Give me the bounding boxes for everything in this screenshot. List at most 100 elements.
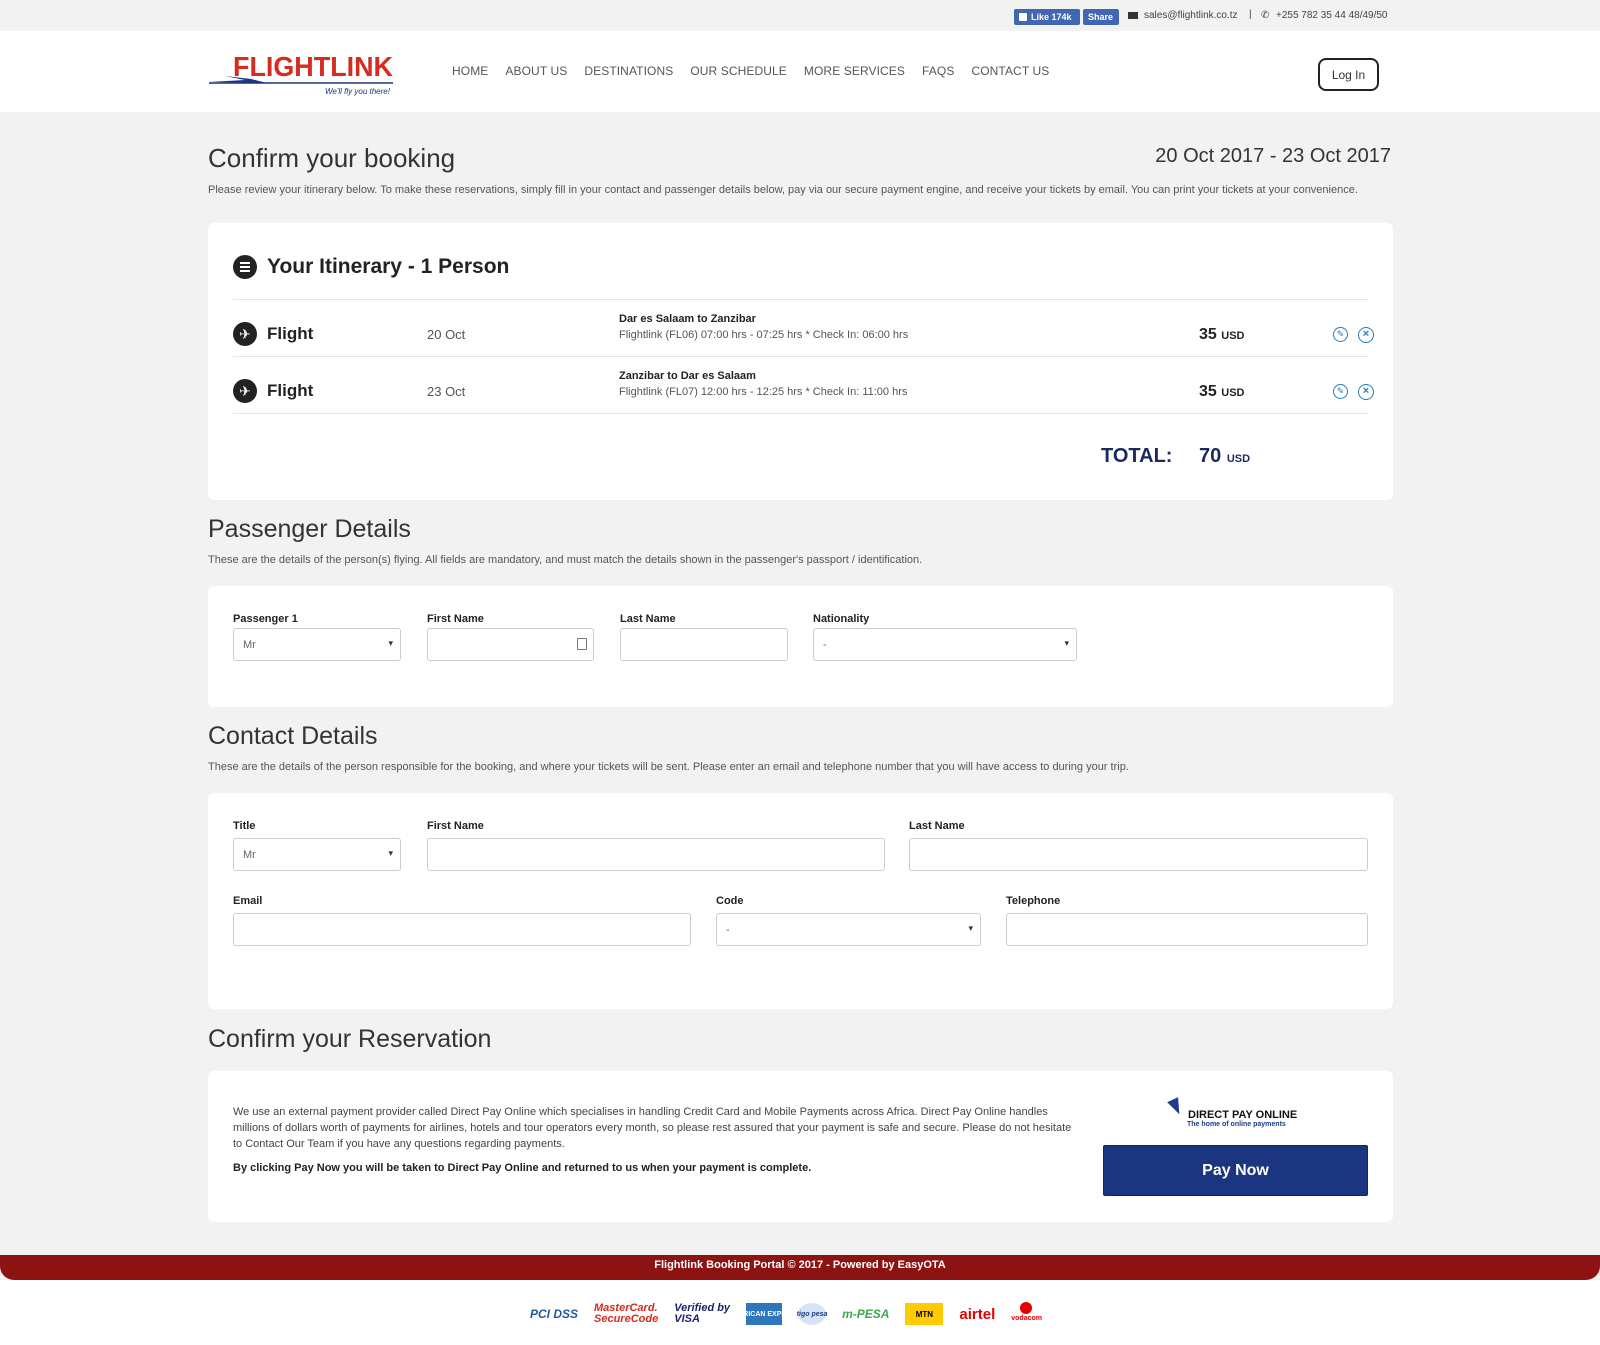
mastercard-securecode-logo: MasterCard. SecureCode [594, 1303, 658, 1325]
contact-title-select[interactable]: Mr [233, 838, 401, 871]
contact-email-label: Email [233, 895, 263, 907]
contact-card: Title Mr First Name Last Name Email Code… [208, 793, 1393, 1009]
row-price-value: 35 [1199, 326, 1217, 343]
payment-provider-text: We use an external payment provider call… [233, 1106, 1072, 1150]
page-title: Confirm your booking [208, 143, 456, 173]
row-flight-detail: Flightlink (FL06) 07:00 hrs - 07:25 hrs … [619, 329, 909, 341]
confirm-section-title: Confirm your Reservation [208, 1025, 492, 1053]
contact-section-title: Contact Details [208, 722, 378, 750]
main-nav: HOME ABOUT US DESTINATIONS OUR SCHEDULE … [452, 64, 1066, 78]
passenger-title-select[interactable]: Mr [233, 628, 401, 661]
facebook-share-button[interactable]: Share [1083, 9, 1119, 25]
airplane-icon: ✈ [233, 322, 257, 346]
mastercard-logo-line2: SecureCode [594, 1313, 659, 1325]
passenger-nationality-value: - [823, 638, 827, 651]
tigo-pesa-logo: tigo pesa [797, 1303, 827, 1325]
vodacom-logo-label: vodacom [1011, 1315, 1042, 1322]
row-date: 20 Oct [427, 327, 466, 342]
itinerary-row: ✈ Flight 20 Oct Dar es Salaam to Zanziba… [233, 299, 1374, 356]
row-price: 35 USD [1199, 383, 1244, 401]
nav-more-services[interactable]: MORE SERVICES [804, 64, 905, 78]
row-price-currency: USD [1221, 330, 1245, 342]
topbar-separator: | [1249, 9, 1252, 20]
itinerary-header: Your Itinerary - 1 Person [233, 255, 509, 279]
nav-destinations[interactable]: DESTINATIONS [584, 64, 673, 78]
confirm-card: We use an external payment provider call… [208, 1071, 1393, 1222]
airplane-icon: ✈ [233, 379, 257, 403]
row-price-currency: USD [1221, 387, 1245, 399]
autofill-icon [577, 638, 587, 650]
nav-contact-us[interactable]: CONTACT US [971, 64, 1049, 78]
itinerary-title: Your Itinerary - 1 Person [267, 255, 510, 278]
remove-icon[interactable]: × [1358, 327, 1374, 343]
facebook-like-label: Like 174k [1031, 12, 1072, 22]
total-value: 70 USD [1199, 445, 1250, 468]
flightlink-logo[interactable]: FLIGHTLINK We'll fly you there! [207, 46, 397, 96]
passenger-first-name-input[interactable] [427, 628, 594, 661]
contact-section-description: These are the details of the person resp… [208, 761, 1129, 773]
passenger-section-title: Passenger Details [208, 515, 411, 543]
edit-icon[interactable]: ✎ [1333, 384, 1348, 399]
page-intro: Please review your itinerary below. To m… [208, 184, 1358, 196]
visa-logo-line2: VISA [674, 1313, 700, 1325]
facebook-like-button[interactable]: Like 174k [1014, 9, 1080, 25]
contact-code-select[interactable]: - [716, 913, 981, 946]
contact-last-name-label: Last Name [909, 820, 965, 832]
contact-first-name-input[interactable] [427, 838, 885, 871]
total-currency: USD [1226, 453, 1251, 465]
contact-phone: +255 782 35 44 48/49/50 [1276, 10, 1388, 21]
logo-text: FLIGHTLINK [233, 51, 393, 82]
dpo-tagline: The home of online payments [1187, 1121, 1286, 1128]
nav-home[interactable]: HOME [452, 64, 488, 78]
mpesa-logo: m-PESA [842, 1307, 890, 1321]
passenger-first-name-label: First Name [427, 613, 484, 625]
direct-pay-online-logo: DIRECT PAY ONLINE The home of online pay… [1164, 1097, 1304, 1133]
remove-icon[interactable]: × [1358, 384, 1374, 400]
vodacom-logo: vodacom [1011, 1302, 1042, 1326]
contact-email-input[interactable] [233, 913, 691, 946]
contact-email-link[interactable]: sales@flightlink.co.tz [1144, 10, 1238, 21]
passenger-label: Passenger 1 [233, 613, 298, 625]
airtel-logo: airtel [959, 1305, 996, 1323]
contact-last-name-input[interactable] [909, 838, 1368, 871]
contact-code-label: Code [716, 895, 744, 907]
passenger-nationality-select[interactable]: - [813, 628, 1077, 661]
contact-telephone-input[interactable] [1006, 913, 1368, 946]
pci-dss-logo: PCI DSS [530, 1307, 579, 1321]
passenger-last-name-label: Last Name [620, 613, 676, 625]
site-header: FLIGHTLINK We'll fly you there! HOME ABO… [0, 31, 1600, 112]
payment-logos-strip: PCI DSS MasterCard. SecureCode Verified b… [0, 1280, 1600, 1345]
mtn-logo: MTN [905, 1303, 944, 1325]
logo-tagline: We'll fly you there! [325, 87, 391, 96]
row-type: Flight [267, 324, 314, 343]
passenger-section-description: These are the details of the person(s) f… [208, 554, 923, 566]
dpo-bird-icon [1167, 1097, 1185, 1117]
booking-date-range: 20 Oct 2017 - 23 Oct 2017 [1155, 145, 1391, 167]
row-date: 23 Oct [427, 384, 466, 399]
vodacom-dot-icon [1020, 1302, 1033, 1314]
nav-our-schedule[interactable]: OUR SCHEDULE [690, 64, 787, 78]
nav-about-us[interactable]: ABOUT US [505, 64, 567, 78]
row-type: Flight [267, 381, 314, 400]
edit-icon[interactable]: ✎ [1333, 327, 1348, 342]
row-route: Zanzibar to Dar es Salaam [619, 370, 756, 382]
total-amount: 70 [1199, 445, 1222, 467]
pay-now-button[interactable]: Pay Now [1103, 1145, 1368, 1196]
passenger-nationality-label: Nationality [813, 613, 870, 625]
itinerary-divider [233, 413, 1369, 414]
dpo-brand: DIRECT PAY ONLINE [1188, 1109, 1298, 1121]
row-price: 35 USD [1199, 326, 1244, 344]
passenger-title-value: Mr [243, 638, 256, 651]
itinerary-card: Your Itinerary - 1 Person ✈ Flight 20 Oc… [208, 223, 1393, 500]
contact-code-value: - [726, 923, 730, 936]
login-button[interactable]: Log In [1318, 58, 1379, 91]
thumbs-up-icon [1019, 13, 1027, 21]
contact-title-value: Mr [243, 848, 256, 861]
itinerary-row: ✈ Flight 23 Oct Zanzibar to Dar es Salaa… [233, 356, 1374, 413]
envelope-icon [1128, 12, 1138, 19]
site-footer: Flightlink Booking Portal © 2017 - Power… [0, 1255, 1600, 1280]
phone-icon: ✆ [1261, 10, 1270, 21]
contact-title-label: Title [233, 820, 256, 832]
nav-faqs[interactable]: FAQS [922, 64, 954, 78]
passenger-last-name-input[interactable] [620, 628, 788, 661]
